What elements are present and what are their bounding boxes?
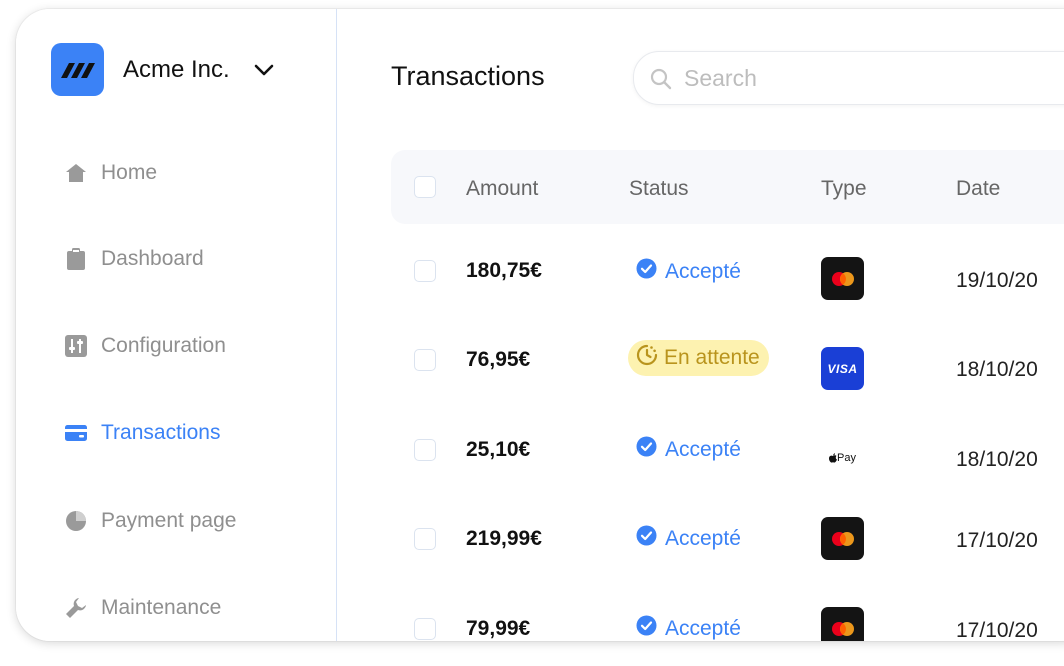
amount-cell: 76,95€ — [466, 348, 531, 371]
home-icon — [64, 161, 88, 185]
sidebar-item-configuration[interactable]: Configuration — [64, 334, 226, 358]
sidebar-item-dashboard[interactable]: Dashboard — [64, 247, 204, 271]
table-row[interactable]: 180,75€ Accepté 19/10/20 — [337, 241, 1064, 301]
search-icon — [650, 68, 672, 95]
date-cell: 19/10/20 — [956, 269, 1038, 292]
date-cell: 17/10/20 — [956, 529, 1038, 552]
status-badge: Accepté — [636, 436, 741, 463]
amount-cell: 219,99€ — [466, 527, 542, 550]
column-header-date[interactable]: Date — [956, 177, 1000, 201]
credit-card-icon — [64, 421, 88, 445]
table-row[interactable]: 219,99€ Accepté 17/10/20 — [337, 509, 1064, 569]
sidebar-item-label: Transactions — [101, 421, 221, 444]
date-cell: 18/10/20 — [956, 358, 1038, 381]
search-input[interactable] — [684, 64, 1064, 92]
table-header: Amount Status Type Date — [391, 150, 1064, 224]
select-all-checkbox[interactable] — [414, 176, 436, 198]
check-circle-icon — [636, 258, 657, 285]
status-label: En attente — [664, 346, 760, 369]
clipboard-icon — [64, 247, 88, 271]
date-cell: 18/10/20 — [956, 448, 1038, 471]
status-badge: Accepté — [636, 615, 741, 641]
sidebar-item-label: Payment page — [101, 509, 237, 532]
page-title: Transactions — [391, 61, 545, 91]
sidebar: Acme Inc. Home Dashboard Configuration T… — [16, 9, 337, 641]
row-checkbox[interactable] — [414, 618, 436, 640]
sliders-icon — [64, 334, 88, 358]
search-box[interactable] — [633, 51, 1064, 105]
sidebar-item-home[interactable]: Home — [64, 161, 157, 185]
column-header-amount[interactable]: Amount — [466, 177, 538, 201]
date-cell: 17/10/20 — [956, 619, 1038, 641]
mastercard-icon — [821, 257, 864, 300]
sidebar-item-label: Home — [101, 161, 158, 184]
org-name: Acme Inc. — [123, 55, 230, 83]
status-badge: Accepté — [636, 525, 741, 552]
sidebar-item-label: Configuration — [101, 334, 226, 357]
visa-icon: VISA — [821, 347, 864, 390]
check-circle-icon — [636, 436, 657, 463]
table-row[interactable]: 76,95€ En attente VISA 18/10/20 — [337, 330, 1064, 390]
org-switcher[interactable]: Acme Inc. — [51, 43, 274, 96]
status-label: Accepté — [665, 616, 741, 640]
sidebar-item-label: Dashboard — [101, 247, 204, 270]
apple-pay-label: Pay — [837, 451, 856, 464]
apple-pay-icon: Pay — [821, 436, 864, 479]
chevron-down-icon — [254, 64, 274, 76]
status-label: Accepté — [665, 437, 741, 461]
mastercard-icon — [821, 607, 864, 641]
table-row[interactable]: 79,99€ Accepté 17/10/20 — [337, 599, 1064, 641]
table-row[interactable]: 25,10€ Accepté Pay 18/10/20 — [337, 420, 1064, 480]
sidebar-item-maintenance[interactable]: Maintenance — [64, 596, 221, 620]
amount-cell: 180,75€ — [466, 259, 542, 282]
sidebar-item-transactions[interactable]: Transactions — [64, 421, 220, 445]
check-circle-icon — [636, 615, 657, 641]
clock-icon — [636, 344, 658, 372]
status-label: Accepté — [665, 526, 741, 550]
amount-cell: 79,99€ — [466, 617, 531, 640]
main-content: Transactions Amount Status Type Date 180… — [337, 9, 1064, 641]
row-checkbox[interactable] — [414, 349, 436, 371]
sidebar-item-payment-page[interactable]: Payment page — [64, 509, 236, 533]
row-checkbox[interactable] — [414, 528, 436, 550]
acme-logo-icon — [51, 43, 104, 96]
mastercard-icon — [821, 517, 864, 560]
status-badge: Accepté — [636, 258, 741, 285]
status-badge: En attente — [628, 340, 769, 376]
column-header-type[interactable]: Type — [821, 177, 867, 201]
row-checkbox[interactable] — [414, 439, 436, 461]
amount-cell: 25,10€ — [466, 438, 531, 461]
pie-icon — [64, 509, 88, 533]
check-circle-icon — [636, 525, 657, 552]
wrench-icon — [64, 596, 88, 620]
app-window: Acme Inc. Home Dashboard Configuration T… — [16, 9, 1064, 641]
column-header-status[interactable]: Status — [629, 177, 689, 201]
row-checkbox[interactable] — [414, 260, 436, 282]
visa-label: VISA — [827, 361, 858, 376]
sidebar-item-label: Maintenance — [101, 596, 222, 619]
status-label: Accepté — [665, 259, 741, 283]
